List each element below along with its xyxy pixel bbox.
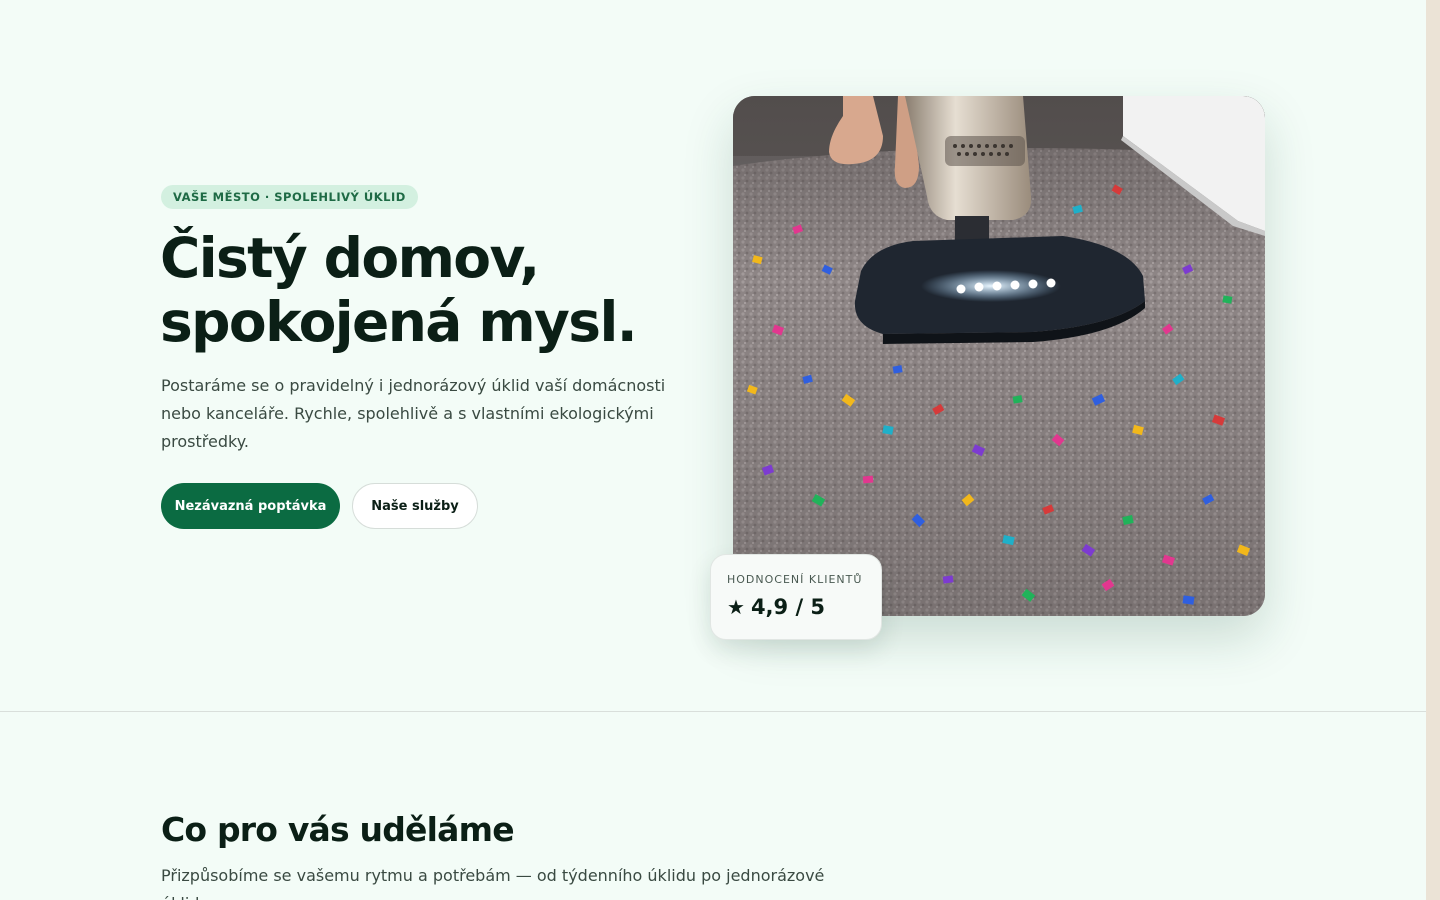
vacuum-photo-illustration <box>733 96 1265 616</box>
hero-section: VAŠE MĚSTO · SPOLEHLIVÝ ÚKLID Čistý domo… <box>0 0 1426 712</box>
services-description: Přizpůsobíme se vašemu rytmu a potřebám … <box>161 866 825 900</box>
hero-photo <box>733 96 1265 616</box>
rating-label: HODNOCENÍ KLIENTŮ <box>727 573 863 586</box>
rating-value-row: ★ 4,9 / 5 <box>727 595 825 619</box>
request-quote-button[interactable]: Nezávazná poptávka <box>161 483 340 529</box>
hero-title-line-2: spokojená mysl. <box>160 290 638 354</box>
our-services-button[interactable]: Naše služby <box>352 483 478 529</box>
hero-title: Čistý domov, spokojená mysl. <box>160 226 700 354</box>
services-title: Co pro vás uděláme <box>161 810 515 849</box>
rating-score: 4,9 / 5 <box>750 595 826 619</box>
hero-description: Postaráme se o pravidelný i jednorázový … <box>161 376 666 451</box>
client-rating-card: HODNOCENÍ KLIENTŮ ★ 4,9 / 5 <box>710 554 882 640</box>
location-badge: VAŠE MĚSTO · SPOLEHLIVÝ ÚKLID <box>161 185 418 209</box>
star-icon: ★ <box>727 595 745 619</box>
hero-title-line-1: Čistý domov, <box>160 226 540 290</box>
scrollbar[interactable] <box>1426 0 1440 900</box>
